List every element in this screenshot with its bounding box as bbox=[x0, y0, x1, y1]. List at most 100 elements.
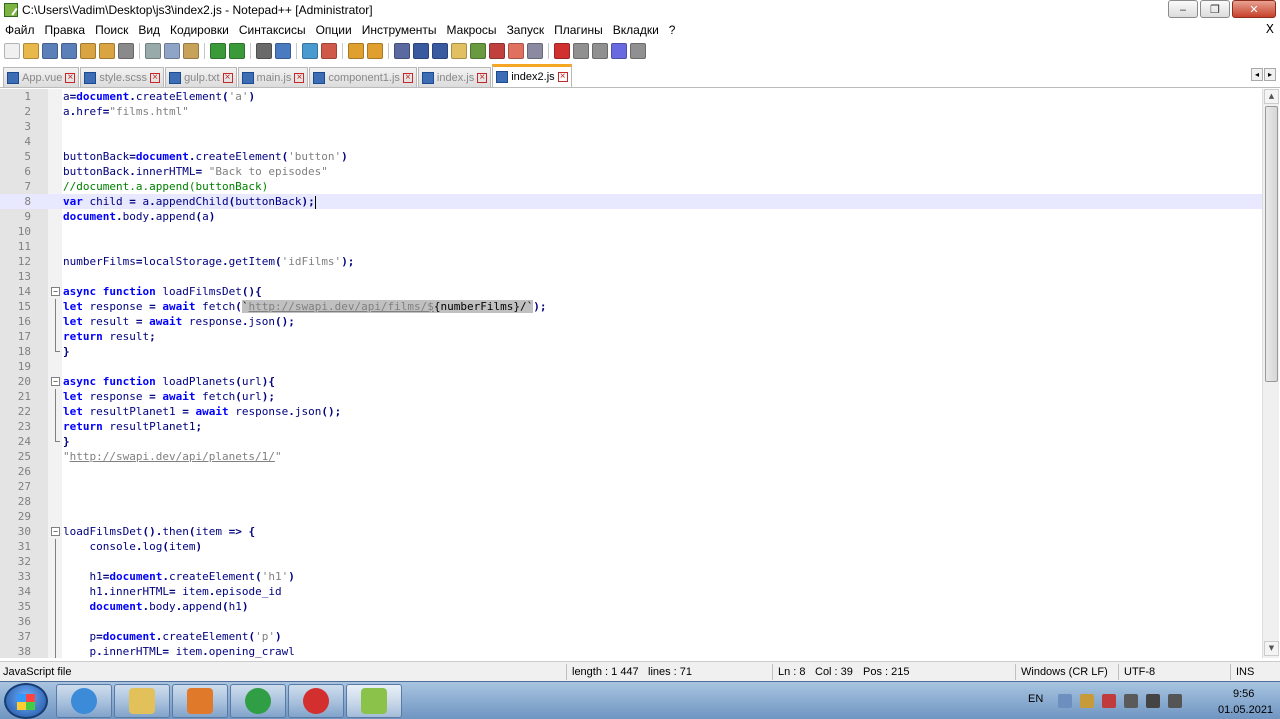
code-line[interactable]: 18} bbox=[0, 344, 1262, 359]
taskbar-app-opera[interactable] bbox=[288, 684, 344, 718]
tray-flag-icon[interactable] bbox=[1102, 694, 1116, 708]
code-line[interactable]: 26 bbox=[0, 464, 1262, 479]
status-encoding[interactable]: UTF-8 bbox=[1124, 666, 1155, 678]
scroll-up-button[interactable]: ▲ bbox=[1264, 89, 1279, 104]
code-line[interactable]: 12 numberFilms=localStorage.getItem('idFi… bbox=[0, 254, 1262, 269]
print-icon[interactable] bbox=[118, 43, 134, 59]
code-line[interactable]: 14 − async function loadFilmsDet(){ bbox=[0, 284, 1262, 299]
code-line[interactable]: 20 − async function loadPlanets(url){ bbox=[0, 374, 1262, 389]
tab-close-icon[interactable]: × bbox=[557, 72, 568, 82]
menu-item-5[interactable]: Синтаксисы bbox=[234, 23, 311, 37]
menu-item-1[interactable]: Правка bbox=[40, 23, 91, 37]
tab-style-scss[interactable]: style.scss × bbox=[80, 67, 165, 87]
taskbar-app-file-explorer[interactable] bbox=[114, 684, 170, 718]
paste-icon[interactable] bbox=[183, 43, 199, 59]
tab-gulp-txt[interactable]: gulp.txt × bbox=[165, 67, 237, 87]
code-line[interactable]: 5 buttonBack=document.createElement('butt… bbox=[0, 149, 1262, 164]
tab-close-icon[interactable]: × bbox=[294, 72, 305, 83]
code-line[interactable]: 24} bbox=[0, 434, 1262, 449]
tab-index2-js[interactable]: index2.js × bbox=[492, 64, 572, 87]
code-line[interactable]: 30 − loadFilmsDet().then(item => { bbox=[0, 524, 1262, 539]
tab-close-icon[interactable]: × bbox=[402, 72, 413, 83]
menu-item-7[interactable]: Инструменты bbox=[357, 23, 442, 37]
code-line[interactable]: 37 p=document.createElement('p') bbox=[0, 629, 1262, 644]
scroll-thumb[interactable] bbox=[1265, 106, 1278, 382]
menu-item-9[interactable]: Запуск bbox=[502, 23, 550, 37]
record-macro-icon[interactable] bbox=[554, 43, 570, 59]
new-file-icon[interactable] bbox=[4, 43, 20, 59]
code-line[interactable]: 2 a.href="films.html" bbox=[0, 104, 1262, 119]
tray-signal-icon[interactable] bbox=[1146, 694, 1160, 708]
copy-icon[interactable] bbox=[164, 43, 180, 59]
taskbar-app-media-player[interactable] bbox=[172, 684, 228, 718]
code-line[interactable]: 22 let resultPlanet1 = await response.jso… bbox=[0, 404, 1262, 419]
code-line[interactable]: 28 bbox=[0, 494, 1262, 509]
code-line[interactable]: 32 bbox=[0, 554, 1262, 569]
tab-close-icon[interactable]: × bbox=[222, 72, 233, 83]
menu-item-6[interactable]: Опции bbox=[311, 23, 357, 37]
code-line[interactable]: 25 "http://swapi.dev/api/planets/1/" bbox=[0, 449, 1262, 464]
run-macro-multiple-icon[interactable] bbox=[611, 43, 627, 59]
clock-time[interactable]: 9:56 bbox=[1233, 688, 1254, 700]
start-button[interactable] bbox=[4, 683, 48, 719]
code-line[interactable]: 16 let result = await response.json(); bbox=[0, 314, 1262, 329]
code-line[interactable]: 29 bbox=[0, 509, 1262, 524]
tab-index-js[interactable]: index.js × bbox=[417, 67, 492, 87]
menu-item-2[interactable]: Поиск bbox=[90, 23, 133, 37]
indent-guide-icon[interactable] bbox=[432, 43, 448, 59]
sync-horizontal-icon[interactable] bbox=[367, 43, 383, 59]
menu-item-0[interactable]: Файл bbox=[0, 23, 40, 37]
sync-vertical-icon[interactable] bbox=[348, 43, 364, 59]
taskbar-app-notepad-plus-plus[interactable] bbox=[346, 684, 402, 718]
fold-toggle-icon[interactable]: − bbox=[51, 527, 60, 536]
tab-scroll-right-button[interactable]: ▸ bbox=[1264, 68, 1276, 81]
code-line[interactable]: 8 var child = a.appendChild(buttonBack); bbox=[0, 194, 1262, 209]
clock-date[interactable]: 01.05.2021 bbox=[1218, 704, 1273, 716]
scroll-down-button[interactable]: ▼ bbox=[1264, 641, 1279, 656]
word-wrap-icon[interactable] bbox=[394, 43, 410, 59]
replace-icon[interactable] bbox=[275, 43, 291, 59]
tray-volume-icon[interactable] bbox=[1168, 694, 1182, 708]
code-line[interactable]: 21 let response = await fetch(url); bbox=[0, 389, 1262, 404]
zoom-out-icon[interactable] bbox=[321, 43, 337, 59]
doc-map-icon[interactable] bbox=[470, 43, 486, 59]
restore-button[interactable]: ❐ bbox=[1200, 0, 1230, 18]
tray-app-icon[interactable] bbox=[1080, 694, 1094, 708]
code-line[interactable]: 19 bbox=[0, 359, 1262, 374]
taskbar-app-internet-explorer[interactable] bbox=[56, 684, 112, 718]
close-all-icon[interactable] bbox=[99, 43, 115, 59]
monitoring-icon[interactable] bbox=[527, 43, 543, 59]
udl-icon[interactable] bbox=[451, 43, 467, 59]
menu-item-10[interactable]: Плагины bbox=[549, 23, 608, 37]
stop-macro-icon[interactable] bbox=[573, 43, 589, 59]
minimize-button[interactable]: ‒ bbox=[1168, 0, 1198, 18]
close-window-button[interactable]: ✕ bbox=[1232, 0, 1276, 18]
redo-icon[interactable] bbox=[229, 43, 245, 59]
code-line[interactable]: 13 bbox=[0, 269, 1262, 284]
folder-workspace-icon[interactable] bbox=[508, 43, 524, 59]
tray-arrow-icon[interactable] bbox=[1058, 694, 1072, 708]
code-line[interactable]: 7 //document.a.append(buttonBack) bbox=[0, 179, 1262, 194]
menu-item-12[interactable]: ? bbox=[664, 23, 681, 37]
tab-close-icon[interactable]: × bbox=[150, 72, 161, 83]
find-icon[interactable] bbox=[256, 43, 272, 59]
fold-toggle-icon[interactable]: − bbox=[51, 287, 60, 296]
menu-item-8[interactable]: Макросы bbox=[442, 23, 502, 37]
code-line[interactable]: 11 bbox=[0, 239, 1262, 254]
menu-item-11[interactable]: Вкладки bbox=[608, 23, 664, 37]
save-icon[interactable] bbox=[42, 43, 58, 59]
code-line[interactable]: 10 bbox=[0, 224, 1262, 239]
tab-scroll-left-button[interactable]: ◂ bbox=[1251, 68, 1263, 81]
close-document-button[interactable]: X bbox=[1266, 22, 1274, 36]
fold-toggle-icon[interactable]: − bbox=[51, 377, 60, 386]
code-line[interactable]: 33 h1=document.createElement('h1') bbox=[0, 569, 1262, 584]
code-line[interactable]: 31 console.log(item) bbox=[0, 539, 1262, 554]
code-line[interactable]: 6 buttonBack.innerHTML= "Back to episodes… bbox=[0, 164, 1262, 179]
tab-close-icon[interactable]: × bbox=[65, 72, 76, 83]
code-line[interactable]: 34 h1.innerHTML= item.episode_id bbox=[0, 584, 1262, 599]
taskbar-app-chrome[interactable] bbox=[230, 684, 286, 718]
code-line[interactable]: 1 a=document.createElement('a') bbox=[0, 89, 1262, 104]
tray-usb-icon[interactable] bbox=[1124, 694, 1138, 708]
code-line[interactable]: 23 return resultPlanet1; bbox=[0, 419, 1262, 434]
vertical-scrollbar[interactable]: ▲ ▼ bbox=[1262, 89, 1279, 658]
